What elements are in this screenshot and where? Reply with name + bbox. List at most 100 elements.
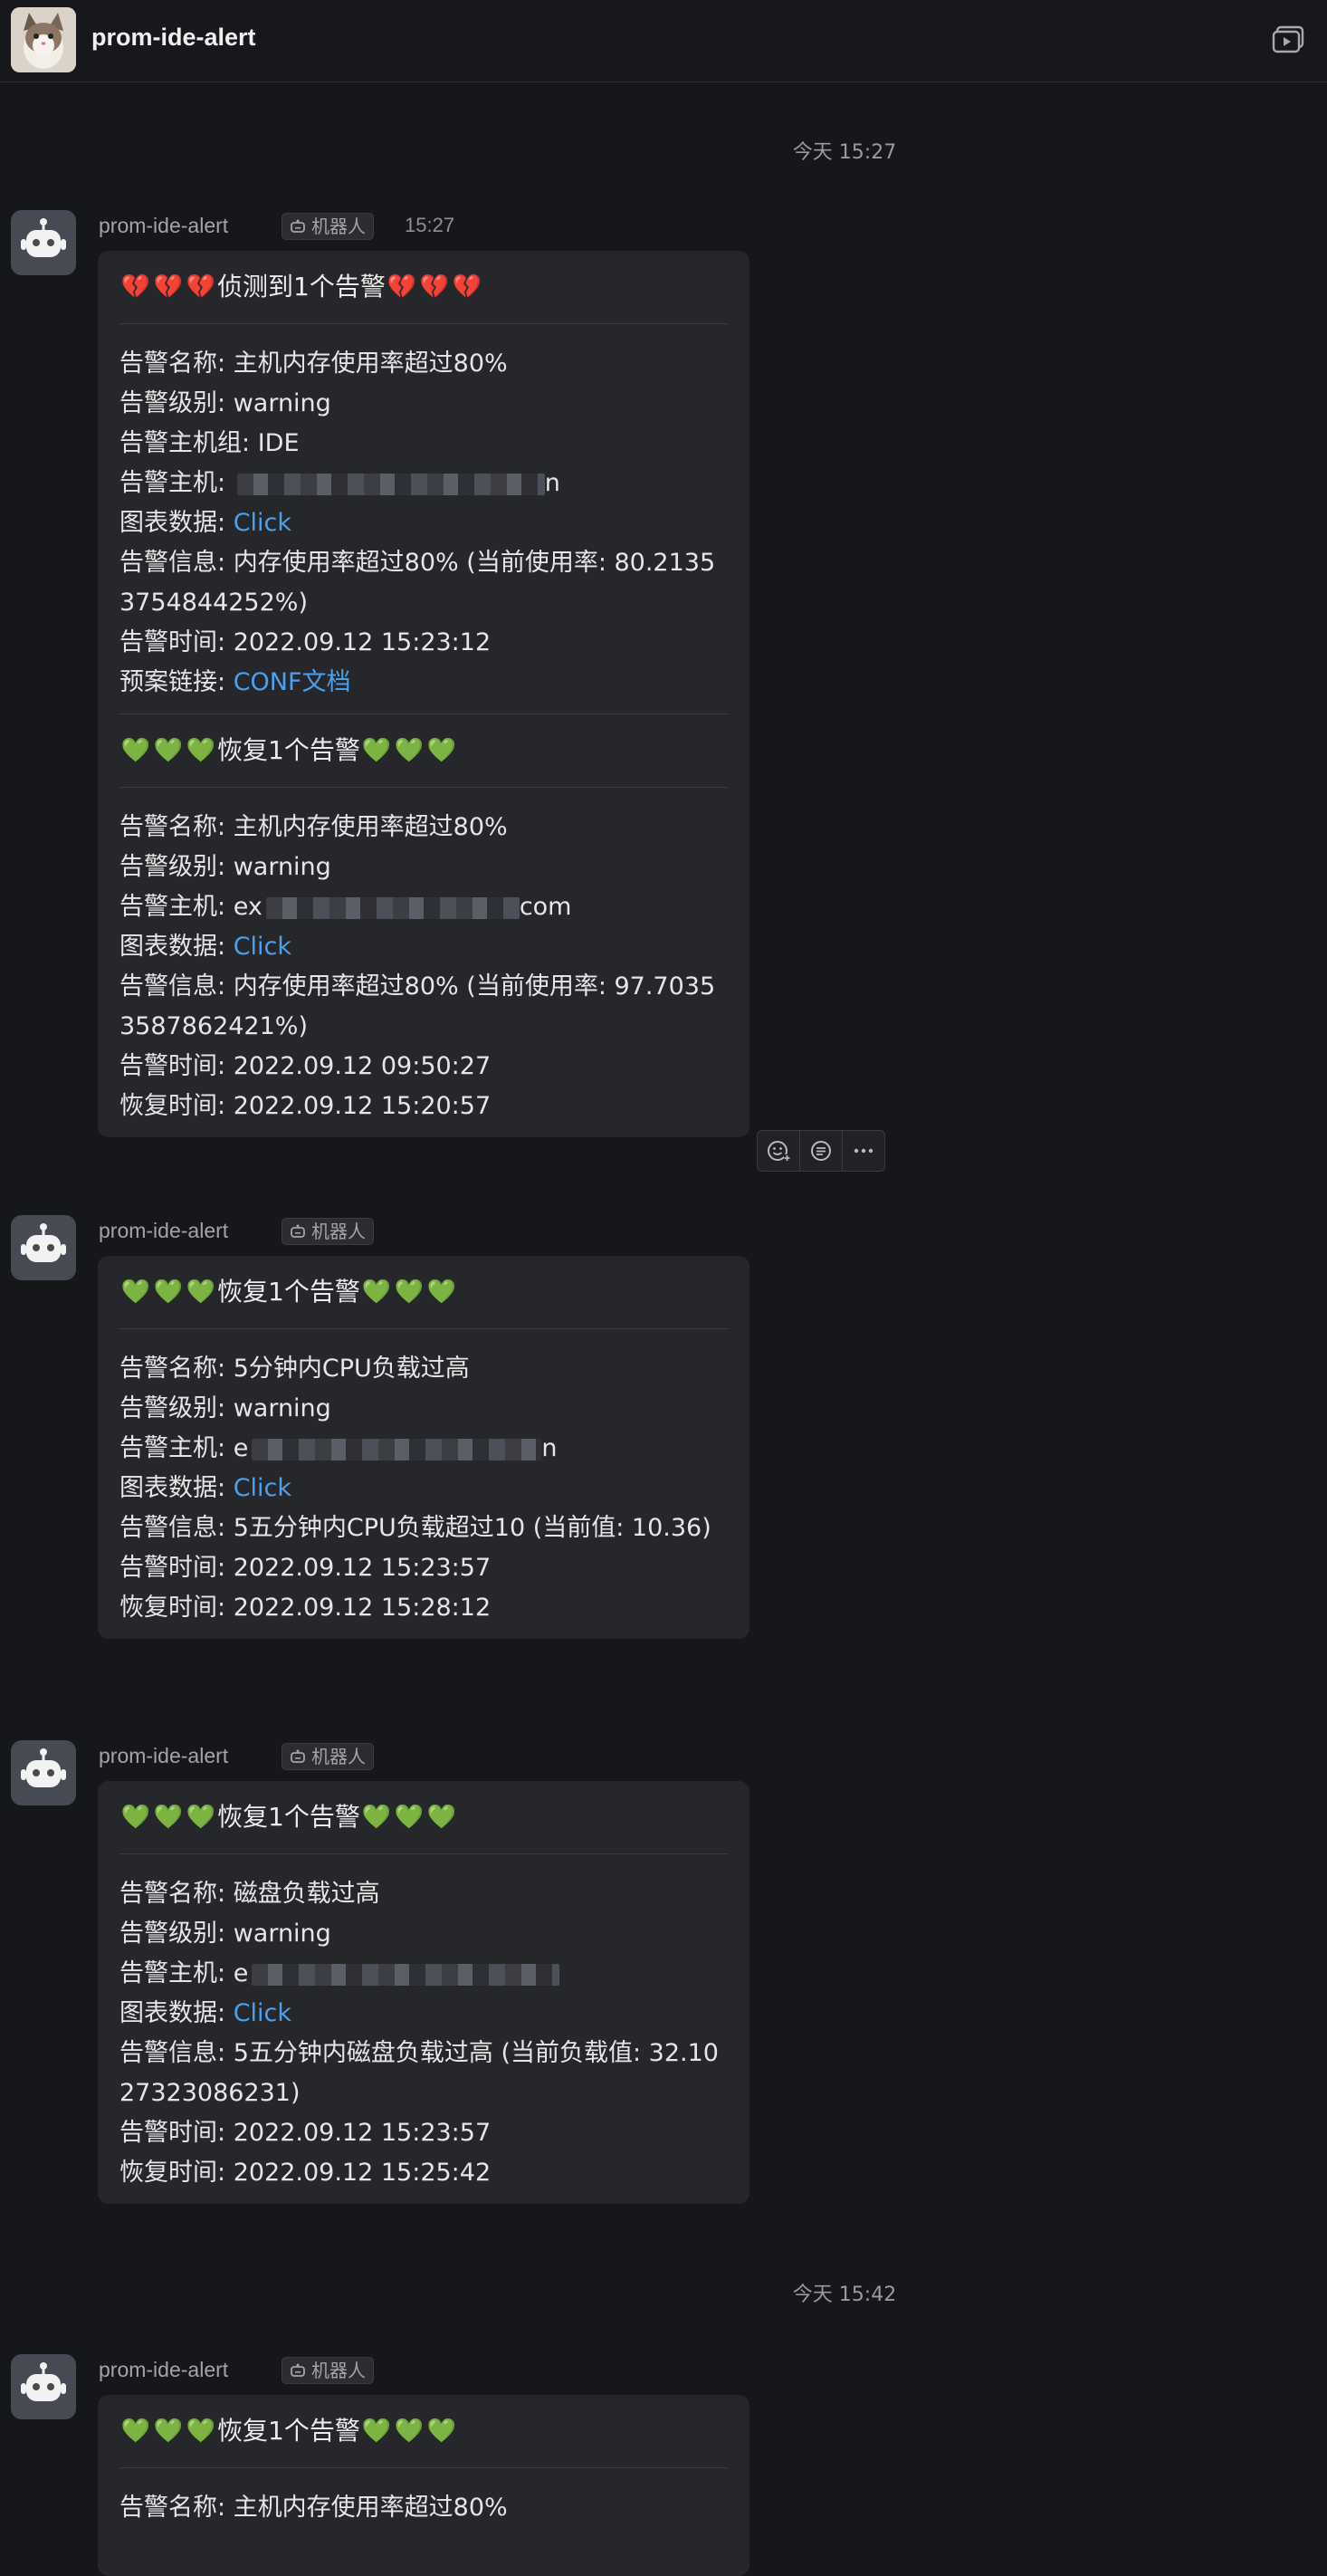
chart-link[interactable]: Click xyxy=(234,1999,291,2027)
card-title: 💚 💚 💚 恢复1个告警 💚 💚 💚 xyxy=(119,2395,728,2467)
green-heart-icon: 💚 xyxy=(394,2418,425,2445)
alert-field: 恢复时间: 2022.09.12 15:20:57 xyxy=(119,1092,492,1120)
robot-icon xyxy=(291,219,305,233)
green-heart-icon: 💚 xyxy=(361,737,392,764)
broken-heart-icon: 💔 xyxy=(452,273,482,301)
alert-field: 告警名称: 主机内存使用率超过80% xyxy=(119,813,508,841)
redacted-host xyxy=(252,1963,560,1986)
more-icon[interactable] xyxy=(843,1131,884,1171)
chart-link[interactable]: Click xyxy=(234,509,291,537)
sender-name[interactable]: prom-ide-alert xyxy=(99,2358,228,2382)
date-divider-label: 今天 15:27 xyxy=(792,141,897,164)
alert-field: 告警信息: 内存使用率超过80% (当前使用率: 97.703535878624… xyxy=(119,972,716,1040)
card-title: 💚 💚 💚 恢复1个告警 💚 💚 💚 xyxy=(119,714,728,787)
green-heart-icon: 💚 xyxy=(394,737,425,764)
alert-fields: 告警名称: 5分钟内CPU负载过高 告警级别: warning 告警主机: en… xyxy=(119,1329,728,1639)
conf-doc-link[interactable]: CONF文档 xyxy=(234,668,351,696)
alert-field: 恢复时间: 2022.09.12 15:25:42 xyxy=(119,2159,492,2187)
green-heart-icon: 💚 xyxy=(426,2418,457,2445)
alert-field: 告警信息: 内存使用率超过80% (当前使用率: 80.213537548442… xyxy=(119,549,716,617)
sender-name[interactable]: prom-ide-alert xyxy=(99,214,228,238)
bot-badge: 机器人 xyxy=(282,1743,374,1770)
message-bubble[interactable]: 💚 💚 💚 恢复1个告警 💚 💚 💚 告警名称: 磁盘负载过高 告警级别: warning … xyxy=(98,1781,749,2204)
broken-heart-icon: 💔 xyxy=(186,273,216,301)
message-bubble[interactable]: 💔 💔 💔 侦测到1个告警 💔 💔 💔 告警名称: 主机内存使用率超过80% 告警级别: w… xyxy=(98,251,749,1137)
green-heart-icon: 💚 xyxy=(426,1804,457,1831)
alert-field: 告警信息: 5五分钟内磁盘负载过高 (当前负载值: 32.10273230862… xyxy=(119,2039,719,2107)
reply-thread-icon[interactable] xyxy=(800,1131,843,1171)
green-heart-icon: 💚 xyxy=(186,1804,216,1831)
green-heart-icon: 💚 xyxy=(153,1804,184,1831)
alert-field-host: 告警主机: n xyxy=(119,469,560,497)
green-heart-icon: 💚 xyxy=(120,2418,151,2445)
sender-name[interactable]: prom-ide-alert xyxy=(99,1744,228,1768)
alert-field: 告警时间: 2022.09.12 15:23:12 xyxy=(119,628,492,656)
chat-header: prom-ide-alert xyxy=(0,0,1327,82)
alert-fields: 告警名称: 主机内存使用率超过80% 告警级别: warning 告警主机: e… xyxy=(119,788,728,1137)
alert-field: 告警时间: 2022.09.12 09:50:27 xyxy=(119,1052,492,1080)
green-heart-icon: 💚 xyxy=(120,1278,151,1306)
alert-field-host: 告警主机: en xyxy=(119,1434,558,1462)
chart-link[interactable]: Click xyxy=(234,933,291,961)
alert-field-host: 告警主机: ex com xyxy=(119,893,572,921)
message-hover-actions xyxy=(757,1130,885,1172)
green-heart-icon: 💚 xyxy=(120,1804,151,1831)
alert-field: 告警主机组: IDE xyxy=(119,429,300,457)
alert-field: 告警级别: warning xyxy=(119,853,331,881)
card-title-text: 恢复1个告警 xyxy=(217,1277,360,1307)
redacted-host xyxy=(252,1438,542,1460)
card-title: 💚 💚 💚 恢复1个告警 💚 💚 💚 xyxy=(119,1781,728,1853)
green-heart-icon: 💚 xyxy=(153,2418,184,2445)
message-bubble[interactable]: 💚 💚 💚 恢复1个告警 💚 💚 💚 告警名称: 主机内存使用率超过80% xyxy=(98,2395,749,2576)
alert-field: 告警名称: 5分钟内CPU负载过高 xyxy=(119,1355,470,1383)
bot-badge-label: 机器人 xyxy=(311,1746,366,1767)
alert-field-host: 告警主机: e xyxy=(119,1954,728,1994)
card-title-text: 恢复1个告警 xyxy=(217,2416,360,2446)
alert-field: 图表数据: Click xyxy=(119,509,292,537)
sender-name[interactable]: prom-ide-alert xyxy=(99,1219,228,1243)
add-reaction-icon[interactable] xyxy=(758,1131,800,1171)
bot-badge-label: 机器人 xyxy=(311,1221,366,1242)
card-title-text: 恢复1个告警 xyxy=(217,1802,360,1832)
alert-fields: 告警名称: 磁盘负载过高 告警级别: warning 告警主机: e 图表数据:… xyxy=(119,1854,728,2204)
bot-badge-label: 机器人 xyxy=(311,215,366,237)
green-heart-icon: 💚 xyxy=(153,1278,184,1306)
card-title: 💚 💚 💚 恢复1个告警 💚 💚 💚 xyxy=(119,1256,728,1328)
redacted-host xyxy=(265,896,520,919)
chart-link[interactable]: Click xyxy=(234,1474,291,1502)
alert-field: 预案链接: CONF文档 xyxy=(119,668,351,696)
bot-avatar[interactable] xyxy=(11,1215,76,1280)
alert-field: 告警级别: warning xyxy=(119,389,331,417)
robot-icon xyxy=(291,1224,305,1238)
bot-avatar[interactable] xyxy=(11,2354,76,2419)
alert-field: 恢复时间: 2022.09.12 15:28:12 xyxy=(119,1594,492,1622)
cat-avatar[interactable] xyxy=(11,7,76,72)
chat-title: prom-ide-alert xyxy=(91,24,256,51)
video-window-icon[interactable] xyxy=(1271,24,1307,56)
redacted-host xyxy=(236,473,545,495)
green-heart-icon: 💚 xyxy=(186,1278,216,1306)
card-title: 💔 💔 💔 侦测到1个告警 💔 💔 💔 xyxy=(119,251,728,323)
robot-icon xyxy=(291,2363,305,2377)
robot-icon xyxy=(291,1749,305,1763)
green-heart-icon: 💚 xyxy=(361,1278,392,1306)
broken-heart-icon: 💔 xyxy=(387,273,417,301)
alert-fields: 告警名称: 主机内存使用率超过80% xyxy=(119,2468,728,2539)
bot-avatar[interactable] xyxy=(11,1740,76,1805)
broken-heart-icon: 💔 xyxy=(153,273,184,301)
green-heart-icon: 💚 xyxy=(394,1278,425,1306)
alert-field: 图表数据: Click xyxy=(119,933,292,961)
date-divider: 今天 15:42 xyxy=(0,2278,1327,2307)
green-heart-icon: 💚 xyxy=(426,1278,457,1306)
alert-field: 告警名称: 磁盘负载过高 xyxy=(119,1880,380,1908)
green-heart-icon: 💚 xyxy=(186,2418,216,2445)
green-heart-icon: 💚 xyxy=(186,737,216,764)
alert-field: 告警信息: 5五分钟内CPU负载超过10 (当前值: 10.36) xyxy=(119,1514,711,1542)
green-heart-icon: 💚 xyxy=(361,1804,392,1831)
bot-avatar[interactable] xyxy=(11,210,76,275)
green-heart-icon: 💚 xyxy=(361,2418,392,2445)
alert-field: 图表数据: Click xyxy=(119,1474,292,1502)
green-heart-icon: 💚 xyxy=(153,737,184,764)
message-bubble[interactable]: 💚 💚 💚 恢复1个告警 💚 💚 💚 告警名称: 5分钟内CPU负载过高 告警级别: war… xyxy=(98,1256,749,1639)
broken-heart-icon: 💔 xyxy=(120,273,151,301)
